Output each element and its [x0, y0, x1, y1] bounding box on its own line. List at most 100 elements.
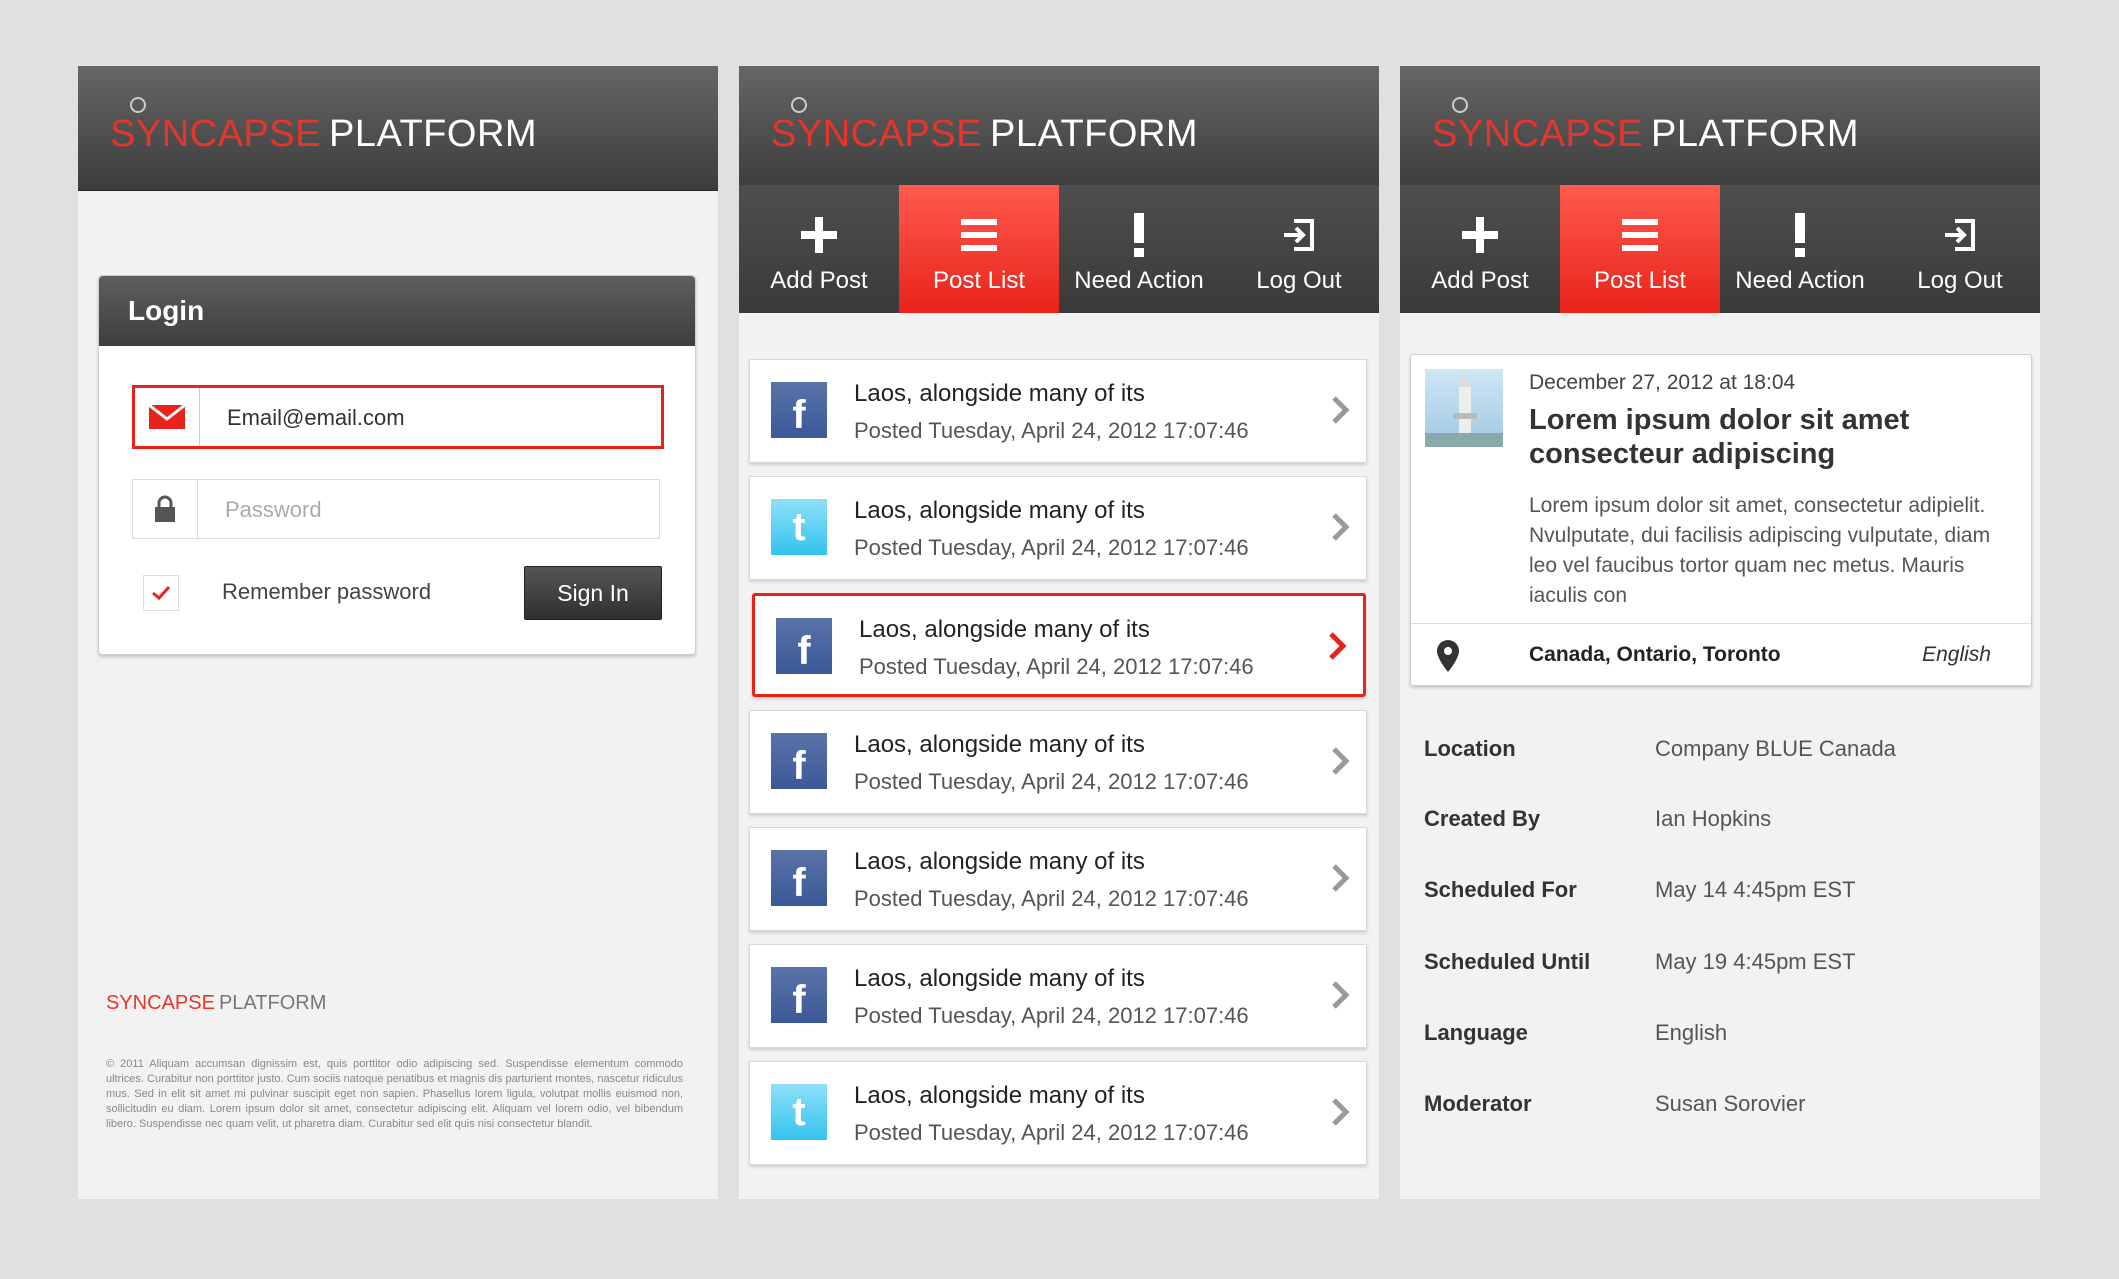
post-meta: Posted Tuesday, April 24, 2012 17:07:46 [859, 654, 1254, 679]
logout-icon [1880, 213, 2040, 257]
tab-add-post[interactable]: Add Post [739, 185, 899, 313]
post-meta: Posted Tuesday, April 24, 2012 17:07:46 [854, 535, 1249, 560]
post-item[interactable]: f Laos, alongside many of its Posted Tue… [749, 944, 1367, 1048]
post-meta: Posted Tuesday, April 24, 2012 17:07:46 [854, 769, 1249, 794]
login-screen: SYNCAPSEPLATFORM Login Remember password… [78, 66, 718, 1199]
property-key: Location [1424, 736, 1516, 761]
post-item[interactable]: t Laos, alongside many of its Posted Tue… [749, 476, 1367, 580]
property-key: Language [1424, 1020, 1528, 1045]
post-detail-screen: SYNCAPSE PLATFORM Add Post Post List Need… [1400, 66, 2040, 1199]
footer-logo-platform: PLATFORM [218, 992, 327, 1014]
post-title: Laos, alongside many of its [854, 380, 1145, 407]
copyright-text: © 2011 Aliquam accumsan dignissim est, q… [106, 1058, 683, 1130]
post-title: Laos, alongside many of its [854, 731, 1145, 758]
post-meta: Posted Tuesday, April 24, 2012 17:07:46 [854, 418, 1249, 443]
email-input[interactable] [225, 388, 649, 448]
logout-icon [1219, 213, 1379, 257]
password-input[interactable] [223, 480, 647, 540]
logo-platform-text: PLATFORM [989, 113, 1199, 155]
post-meta: Posted Tuesday, April 24, 2012 17:07:46 [854, 886, 1249, 911]
tab-log-out[interactable]: Log Out [1880, 185, 2040, 313]
list-icon [899, 213, 1059, 257]
logo-syn-text: SYNCAPSE [110, 113, 321, 155]
remember-label: Remember password [222, 579, 432, 604]
chevron-right-icon [1332, 396, 1350, 424]
envelope-icon [135, 388, 200, 446]
post-item[interactable]: f Laos, alongside many of its Posted Tue… [749, 827, 1367, 931]
tab-label: Need Action [1735, 267, 1865, 294]
tab-add-post[interactable]: Add Post [1400, 185, 1560, 313]
chevron-right-icon [1332, 747, 1350, 775]
chevron-right-icon [1332, 513, 1350, 541]
property-value: Ian Hopkins [1655, 806, 1772, 831]
chevron-right-icon [1332, 864, 1350, 892]
tab-label: Need Action [1074, 267, 1204, 294]
logo-syn-text: SYNCAPSE [1432, 113, 1643, 155]
post-location: Canada, Ontario, Toronto [1529, 643, 1781, 666]
map-pin-icon [1437, 640, 1459, 672]
facebook-icon: f [771, 382, 827, 438]
twitter-icon: t [771, 499, 827, 555]
app-header: SYNCAPSE PLATFORM [739, 66, 1379, 191]
login-title: Login [99, 276, 695, 346]
post-title: Laos, alongside many of its [854, 965, 1145, 992]
plus-icon [1400, 213, 1560, 257]
app-header: SYNCAPSE PLATFORM [1400, 66, 2040, 191]
tab-label: Log Out [1917, 267, 2003, 294]
property-key: Scheduled Until [1424, 949, 1591, 974]
checkmark-icon [152, 585, 171, 601]
syncapse-logo: SYNCAPSE PLATFORM [771, 96, 1198, 156]
login-card: Login Remember password Sign In [98, 275, 696, 655]
divider [1411, 623, 2031, 624]
tab-label: Post List [932, 267, 1026, 294]
tab-label: Log Out [1256, 267, 1342, 294]
post-detail-title: Lorem ipsum dolor sit amet consecteur ad… [1529, 404, 1910, 470]
lock-icon [133, 480, 198, 538]
plus-icon [739, 213, 899, 257]
post-item[interactable]: t Laos, alongside many of its Posted Tue… [749, 1061, 1367, 1165]
facebook-icon: f [771, 967, 827, 1023]
tab-log-out[interactable]: Log Out [1219, 185, 1379, 313]
property-value: Susan Sorovier [1655, 1091, 1806, 1116]
post-title: Laos, alongside many of its [859, 616, 1150, 643]
post-language: English [1922, 643, 1991, 666]
chevron-right-icon [1332, 981, 1350, 1009]
post-detail-card: December 27, 2012 at 18:04 Lorem ipsum d… [1410, 354, 2032, 686]
property-value: English [1655, 1020, 1728, 1045]
property-value: May 19 4:45pm EST [1655, 949, 1856, 974]
post-list-screen: SYNCAPSE PLATFORM Add Post Post List Need… [739, 66, 1379, 1199]
footer-logo-syn: SYNCAPSE [106, 992, 215, 1014]
tab-post-list[interactable]: Post List [899, 185, 1059, 313]
nav-tabs: Add Post Post List Need Action Log Out [739, 185, 1379, 313]
post-body: Lorem ipsum dolor sit amet, consectetur … [1529, 494, 1991, 607]
post-item[interactable]: f Laos, alongside many of its Posted Tue… [749, 710, 1367, 814]
post-date: December 27, 2012 at 18:04 [1529, 371, 1796, 394]
tab-post-list[interactable]: Post List [1560, 185, 1720, 313]
tab-need-action[interactable]: Need Action [1059, 185, 1219, 313]
tab-label: Add Post [1431, 267, 1529, 294]
property-key: Created By [1424, 806, 1541, 831]
post-item-selected[interactable]: f Laos, alongside many of its Posted Tue… [752, 593, 1366, 697]
post-title: Laos, alongside many of its [854, 1082, 1145, 1109]
syncapse-logo: SYNCAPSE PLATFORM [1432, 96, 1859, 156]
password-field[interactable] [132, 479, 660, 540]
tab-need-action[interactable]: Need Action [1720, 185, 1880, 313]
post-meta: Posted Tuesday, April 24, 2012 17:07:46 [854, 1120, 1249, 1145]
logo-platform-text: PLATFORM [1650, 113, 1860, 155]
post-item[interactable]: f Laos, alongside many of its Posted Tue… [749, 359, 1367, 463]
facebook-icon: f [771, 733, 827, 789]
list-icon [1560, 213, 1720, 257]
logo-syn-text: SYNCAPSE [771, 113, 982, 155]
chevron-right-icon [1332, 1098, 1350, 1126]
remember-checkbox[interactable] [143, 575, 179, 611]
tab-label: Post List [1593, 267, 1687, 294]
email-field[interactable] [132, 385, 664, 449]
footer-logo: SYNCAPSE PLATFORM [106, 992, 326, 1015]
post-thumbnail [1425, 369, 1503, 447]
post-title: Laos, alongside many of its [854, 497, 1145, 524]
sign-in-button[interactable]: Sign In [524, 566, 662, 620]
property-value: Company BLUE Canada [1655, 736, 1896, 761]
nav-tabs: Add Post Post List Need Action Log Out [1400, 185, 2040, 313]
post-meta: Posted Tuesday, April 24, 2012 17:07:46 [854, 1003, 1249, 1028]
twitter-icon: t [771, 1084, 827, 1140]
